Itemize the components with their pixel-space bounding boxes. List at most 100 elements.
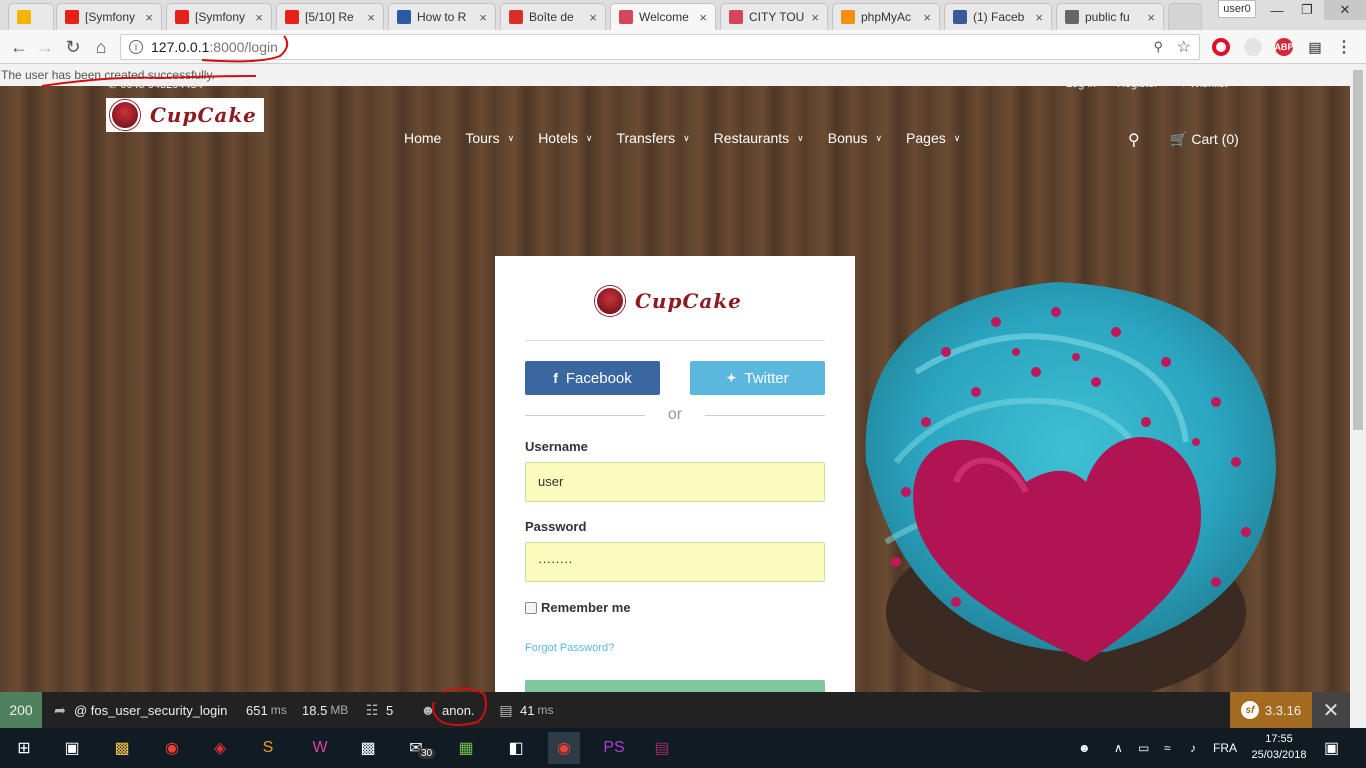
nav-item-pages[interactable]: Pages ∨: [906, 130, 960, 146]
wamp-icon[interactable]: W: [304, 732, 336, 764]
mail-icon[interactable]: ✉ 30: [400, 732, 436, 764]
menu-icon[interactable]: ⋮: [1335, 38, 1353, 56]
opera-icon[interactable]: [1212, 38, 1230, 56]
tab-7[interactable]: CITY TOU ×: [720, 3, 828, 30]
nav-label: Transfers: [616, 130, 676, 146]
cart-link[interactable]: 🛒 Cart (0): [1170, 131, 1239, 148]
phpstorm-icon[interactable]: PS: [598, 732, 630, 764]
close-tab-icon[interactable]: ×: [811, 10, 819, 25]
nav-item-home[interactable]: Home: [404, 130, 441, 146]
info-icon[interactable]: i: [129, 40, 143, 54]
tab-2[interactable]: [Symfony ×: [166, 3, 272, 30]
tab-0[interactable]: [8, 3, 54, 30]
browser-tab-strip: [Symfony × [Symfony × [5/10] Re × How to R × Boî…: [0, 0, 1366, 30]
page-scrollbar[interactable]: [1350, 64, 1366, 728]
bing-icon: [17, 10, 31, 24]
login-submit-button[interactable]: [525, 680, 825, 692]
close-tab-icon[interactable]: ×: [1035, 10, 1043, 25]
tab-3[interactable]: [5/10] Re ×: [276, 3, 384, 30]
scrollbar-thumb[interactable]: [1353, 70, 1363, 430]
language-indicator[interactable]: FRA: [1213, 728, 1237, 768]
search-icon[interactable]: ⚲: [1128, 130, 1140, 150]
new-tab-button[interactable]: [1168, 3, 1202, 30]
nav-item-tours[interactable]: Tours ∨: [465, 130, 514, 146]
chrome-active-icon[interactable]: ◉: [548, 732, 580, 764]
version-number: 3.3.16: [1264, 702, 1302, 718]
bookmark-star-icon[interactable]: ☆: [1177, 37, 1191, 57]
nav-item-hotels[interactable]: Hotels ∨: [538, 130, 592, 146]
nav-item-restaurants[interactable]: Restaurants ∨: [714, 130, 804, 146]
close-tab-icon[interactable]: ×: [699, 10, 707, 25]
tab-4[interactable]: How to R ×: [388, 3, 496, 30]
tab-9[interactable]: (1) Faceb ×: [944, 3, 1052, 30]
site-logo[interactable]: CupCake: [106, 98, 264, 132]
close-tab-icon[interactable]: ×: [923, 10, 931, 25]
tray-chevron-icon[interactable]: ∧: [1114, 728, 1123, 768]
twig-icon: ▤: [499, 701, 513, 718]
forward-icon[interactable]: →: [34, 36, 56, 58]
adblock-icon[interactable]: ABP: [1275, 38, 1294, 56]
windows-start-icon[interactable]: ⊞: [8, 732, 40, 764]
login-link[interactable]: Log in: [1066, 78, 1096, 90]
symfony-version[interactable]: sf 3.3.16: [1230, 692, 1312, 728]
twig-item[interactable]: ▤ 41 ms: [498, 692, 553, 728]
route-item[interactable]: ➦ @ fos_user_security_login: [52, 692, 227, 728]
facebook-login-button[interactable]: f Facebook: [525, 361, 660, 395]
memory-item[interactable]: 18.5 MB: [302, 692, 348, 728]
facebook-icon: [953, 10, 967, 24]
nav-item-bonus[interactable]: Bonus ∨: [828, 130, 882, 146]
cast-icon[interactable]: ▤: [1306, 38, 1324, 56]
sublime-icon[interactable]: S: [252, 732, 284, 764]
close-tab-icon[interactable]: ×: [255, 10, 263, 25]
username-input[interactable]: user: [525, 462, 825, 502]
map-icon[interactable]: ▦: [450, 732, 482, 764]
close-toolbar-icon[interactable]: ✕: [1312, 692, 1350, 728]
checkbox-box[interactable]: [525, 601, 537, 614]
task-view-icon[interactable]: ▣: [56, 732, 88, 764]
time-item[interactable]: 651 ms: [246, 692, 287, 728]
profile-button[interactable]: user0: [1218, 0, 1256, 18]
wifi-icon[interactable]: ≈: [1164, 728, 1171, 768]
close-tab-icon[interactable]: ×: [145, 10, 153, 25]
twitter-login-button[interactable]: ✦ Twitter: [690, 361, 825, 395]
close-tab-icon[interactable]: ×: [479, 10, 487, 25]
password-input[interactable]: ········: [525, 542, 825, 582]
tab-title: public fu: [1085, 10, 1130, 24]
close-tab-icon[interactable]: ×: [367, 10, 375, 25]
battery-icon[interactable]: ▭: [1138, 728, 1149, 768]
forgot-password-link[interactable]: Forgot Password?: [525, 642, 614, 654]
extension-icon[interactable]: [1244, 38, 1262, 56]
notifications-icon[interactable]: ▣: [1324, 728, 1339, 768]
status-code[interactable]: 200: [0, 692, 42, 728]
sticky-notes-icon[interactable]: ◧: [500, 732, 532, 764]
home-icon[interactable]: ⌂: [90, 36, 112, 58]
clock[interactable]: 17:55 25/03/2018: [1244, 731, 1314, 763]
wishlist-link[interactable]: ♥ Wishlist: [1180, 78, 1227, 90]
tab-5[interactable]: Boîte de ×: [500, 3, 606, 30]
remember-me-checkbox[interactable]: Remember me: [525, 600, 631, 615]
reload-icon[interactable]: ↻: [62, 36, 84, 58]
winrar-icon[interactable]: ▤: [646, 732, 678, 764]
app-icon[interactable]: ◈: [204, 732, 236, 764]
minimize-button[interactable]: —: [1262, 0, 1292, 20]
terminal-icon[interactable]: ▩: [352, 732, 384, 764]
translation-item[interactable]: ☷ 5: [364, 692, 394, 728]
web-page: The user has been created successfully. …: [0, 64, 1350, 692]
tab-8[interactable]: phpMyAc ×: [832, 3, 940, 30]
file-explorer-icon[interactable]: ▩: [106, 732, 138, 764]
key-icon[interactable]: ⚲: [1153, 39, 1163, 55]
restore-button[interactable]: ❐: [1292, 0, 1322, 20]
chrome-icon[interactable]: ◉: [156, 732, 188, 764]
tab-1[interactable]: [Symfony ×: [56, 3, 162, 30]
cr-icon: [397, 10, 411, 24]
tab-6[interactable]: Welcome ×: [610, 3, 716, 30]
close-tab-icon[interactable]: ×: [589, 10, 597, 25]
volume-icon[interactable]: ♪: [1190, 728, 1196, 768]
register-link[interactable]: Register: [1117, 78, 1158, 90]
nav-item-transfers[interactable]: Transfers ∨: [616, 130, 689, 146]
close-window-button[interactable]: ✕: [1324, 0, 1366, 20]
back-icon[interactable]: ←: [8, 36, 30, 58]
tab-10[interactable]: public fu ×: [1056, 3, 1164, 30]
people-icon[interactable]: ☻: [1078, 728, 1091, 768]
close-tab-icon[interactable]: ×: [1147, 10, 1155, 25]
